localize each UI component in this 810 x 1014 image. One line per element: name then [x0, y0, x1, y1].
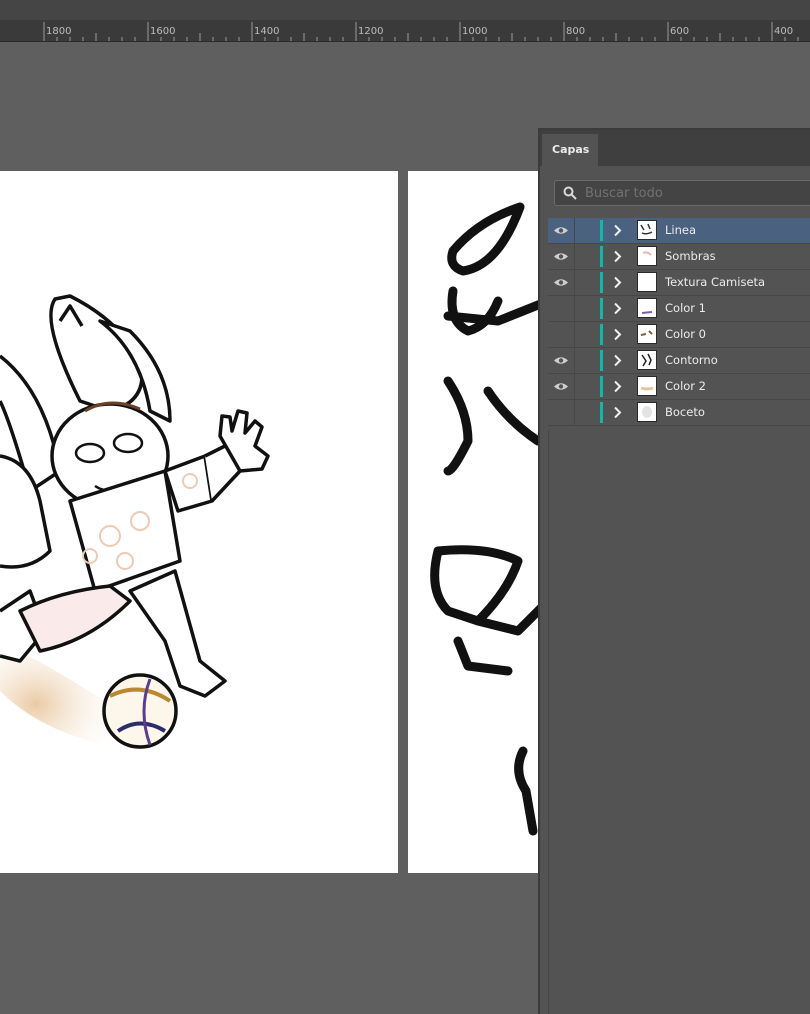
layer-row-color-2[interactable]: Color 2 [548, 374, 810, 400]
layer-color-tag [600, 298, 603, 319]
layer-thumbnail [637, 350, 657, 370]
tab-capas[interactable]: Capas [542, 134, 598, 166]
column-divider [574, 296, 575, 321]
layer-color-tag [600, 350, 603, 371]
app-top-bar [0, 0, 810, 20]
chevron-right-icon[interactable] [613, 276, 623, 289]
character-illustration [0, 294, 270, 749]
search-box[interactable] [554, 180, 810, 206]
column-divider [574, 244, 575, 269]
layer-name: Linea [665, 223, 697, 237]
search-icon [563, 186, 577, 200]
eye-icon[interactable] [553, 277, 569, 288]
chevron-right-icon[interactable] [613, 354, 623, 367]
eye-icon[interactable] [553, 381, 569, 392]
column-divider [574, 348, 575, 373]
layer-color-tag [600, 376, 603, 397]
layers-panel: Capas Linea Sombras [538, 128, 810, 1014]
ruler-label: 1000 [462, 26, 487, 37]
layer-color-tag [600, 220, 603, 241]
layer-list-empty-area [548, 430, 810, 1014]
layer-row-contorno[interactable]: Contorno [548, 348, 810, 374]
layer-thumbnail [637, 272, 657, 292]
column-divider [574, 322, 575, 347]
layer-name: Color 0 [665, 327, 706, 341]
layer-name: Textura Camiseta [665, 275, 766, 289]
ruler-label: 1600 [150, 26, 175, 37]
layer-name: Contorno [665, 353, 718, 367]
horizontal-ruler[interactable]: 1800 1600 1400 1200 1000 800 600 400 [0, 20, 810, 42]
layer-row-color-0[interactable]: Color 0 [548, 322, 810, 348]
column-divider [574, 270, 575, 295]
eye-icon[interactable] [553, 355, 569, 366]
layer-row-color-1[interactable]: Color 1 [548, 296, 810, 322]
layer-thumbnail [637, 246, 657, 266]
ruler-ticks: 1800 1600 1400 1200 1000 800 600 400 [43, 22, 799, 41]
layer-name: Color 1 [665, 301, 706, 315]
layer-color-tag [600, 324, 603, 345]
layer-name: Sombras [665, 249, 716, 263]
layer-thumbnail [637, 402, 657, 422]
layer-row-linea[interactable]: Linea [548, 218, 810, 244]
artboard-left[interactable] [0, 171, 398, 873]
line-art-illustration [430, 202, 548, 836]
layer-thumbnail [637, 324, 657, 344]
layer-thumbnail [637, 298, 657, 318]
chevron-right-icon[interactable] [613, 380, 623, 393]
artboard-right[interactable] [408, 171, 548, 873]
layer-color-tag [600, 402, 603, 423]
eye-icon[interactable] [553, 225, 569, 236]
layer-name: Boceto [665, 405, 705, 419]
layer-color-tag [600, 272, 603, 293]
layer-thumbnail [637, 376, 657, 396]
panel-tab-bar: Capas [540, 130, 810, 166]
layer-thumbnail [637, 220, 657, 240]
layer-row-textura-camiseta[interactable]: Textura Camiseta [548, 270, 810, 296]
eye-icon[interactable] [553, 251, 569, 262]
search-input[interactable] [585, 183, 805, 203]
column-divider [574, 400, 575, 425]
column-divider [574, 374, 575, 399]
ruler-label: 600 [670, 26, 689, 37]
chevron-right-icon[interactable] [613, 250, 623, 263]
chevron-right-icon[interactable] [613, 224, 623, 237]
column-divider [574, 218, 575, 243]
layer-color-tag [600, 246, 603, 267]
layer-row-sombras[interactable]: Sombras [548, 244, 810, 270]
ruler-label: 1800 [46, 26, 71, 37]
layer-list: Linea Sombras Textura Camiseta Color 1 C… [548, 218, 810, 426]
ruler-label: 1200 [358, 26, 383, 37]
ruler-label: 1400 [254, 26, 279, 37]
chevron-right-icon[interactable] [613, 302, 623, 315]
layer-row-boceto[interactable]: Boceto [548, 400, 810, 426]
chevron-right-icon[interactable] [613, 328, 623, 341]
layer-name: Color 2 [665, 379, 706, 393]
chevron-right-icon[interactable] [613, 406, 623, 419]
ruler-label: 400 [774, 26, 793, 37]
ruler-label: 800 [566, 26, 585, 37]
